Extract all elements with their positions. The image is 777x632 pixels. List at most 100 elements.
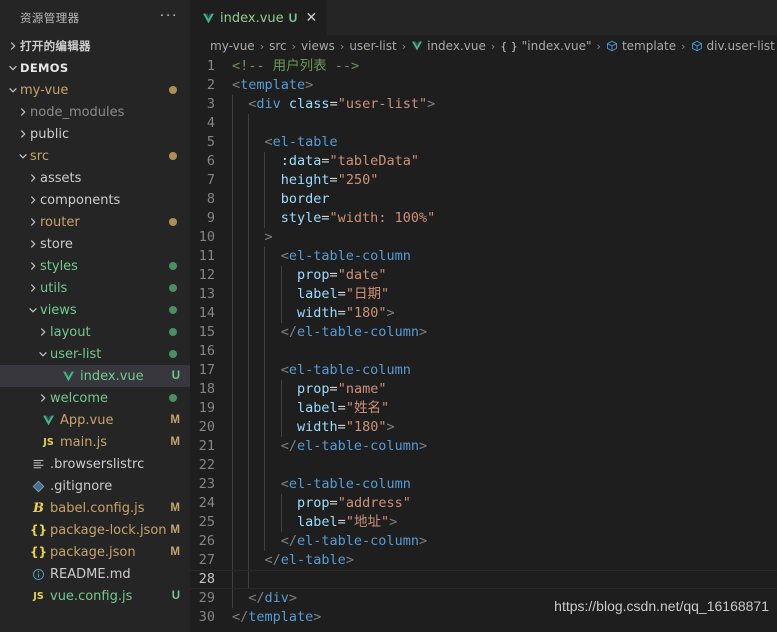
line-number: 21	[198, 438, 215, 454]
tree-item-.gitignore[interactable]: .gitignore	[0, 475, 190, 497]
tree-item-layout[interactable]: layout	[0, 321, 190, 343]
tree-item-vue.config.js[interactable]: JS vue.config.js U	[0, 585, 190, 607]
indent-guide	[232, 228, 233, 247]
tree-item-main.js[interactable]: JS main.js M	[0, 431, 190, 453]
code-text: </template>	[232, 609, 322, 625]
tree-item-readme.md[interactable]: README.md	[0, 563, 190, 585]
breadcrumb-item-views[interactable]: views	[301, 39, 335, 53]
line-number: 24	[198, 495, 215, 511]
breadcrumb-item-template[interactable]: template	[606, 39, 676, 53]
indent-guide	[232, 342, 233, 361]
chevron-right-icon	[6, 41, 20, 51]
indent-guide	[248, 247, 250, 266]
tree-item-status-badge: M	[170, 546, 180, 558]
tree-item-label: babel.config.js	[50, 500, 145, 516]
tree-item-label: package.json	[50, 544, 136, 560]
tree-item-views[interactable]: views	[0, 299, 190, 321]
line-number: 16	[198, 343, 215, 359]
chevron-down-icon	[26, 305, 40, 315]
indent-guide	[248, 571, 250, 588]
chevron-right-icon	[36, 393, 50, 403]
tab-index-vue[interactable]: index.vue U ✕	[190, 0, 329, 35]
tree-item-app.vue[interactable]: App.vue M	[0, 409, 190, 431]
indent-guide	[264, 418, 266, 437]
code-editor[interactable]: 1 <!-- 用户列表 --> 2 <template> 3 <div class="u…	[190, 57, 777, 632]
code-text: <el-table-column	[232, 362, 411, 378]
tabbar-empty-space	[328, 0, 777, 35]
line-number: 9	[206, 210, 215, 226]
scrollbar-vertical[interactable]	[763, 57, 777, 632]
tree-item-my-vue[interactable]: my-vue	[0, 79, 190, 101]
tree-item-router[interactable]: router	[0, 211, 190, 233]
chevron-right-icon	[26, 195, 40, 205]
tree-item-babel.config.js[interactable]: Bbabel.config.js M	[0, 497, 190, 519]
tree-item-user-list[interactable]: user-list	[0, 343, 190, 365]
indent-guide	[264, 342, 266, 361]
breadcrumb-item-index.vue[interactable]: { } "index.vue"	[500, 39, 591, 53]
tree-item-assets[interactable]: assets	[0, 167, 190, 189]
indent-guide	[264, 513, 266, 532]
section-demos[interactable]: DEMOS	[0, 57, 190, 79]
indent-guide	[248, 456, 250, 475]
breadcrumb-item-index.vue[interactable]: index.vue	[411, 39, 486, 53]
explorer-title: 资源管理器	[20, 10, 80, 25]
tree-item-public[interactable]: public	[0, 123, 190, 145]
vue-file-icon	[40, 414, 57, 427]
tree-item-label: public	[30, 126, 70, 142]
tree-item-utils[interactable]: utils	[0, 277, 190, 299]
tree-item-styles[interactable]: styles	[0, 255, 190, 277]
code-lines: 1 <!-- 用户列表 --> 2 <template> 3 <div class="u…	[190, 57, 777, 627]
close-icon[interactable]: ✕	[303, 10, 319, 26]
json-file-icon: {}	[29, 545, 48, 559]
tree-item-label: styles	[40, 258, 78, 274]
code-text: </el-table-column>	[280, 324, 428, 340]
tree-item-index.vue[interactable]: index.vue U	[0, 365, 190, 387]
tree-item-welcome[interactable]: welcome	[0, 387, 190, 409]
code-text: label="地址">	[232, 514, 398, 530]
breadcrumb-item-my-vue[interactable]: my-vue	[210, 39, 255, 53]
indent-guide	[264, 380, 266, 399]
line-number: 3	[206, 96, 215, 112]
tree-item-status-badge: M	[170, 414, 180, 426]
line-number: 14	[198, 305, 215, 321]
editor-tabbar: index.vue U ✕	[190, 0, 777, 35]
indent-guide	[264, 475, 266, 494]
indent-guide	[264, 247, 266, 266]
breadcrumb-item-div.user-list[interactable]: div.user-list	[691, 39, 775, 53]
js-file-icon: JS	[33, 590, 44, 602]
breadcrumb-separator-icon: ›	[339, 39, 345, 53]
line-number: 4	[206, 115, 215, 131]
more-actions-icon[interactable]: ···	[153, 7, 184, 26]
indent-guide	[280, 513, 282, 532]
tree-item-package-lock.json[interactable]: {} package-lock.json M	[0, 519, 190, 541]
vue-file-icon	[200, 12, 217, 25]
breadcrumb-item-src[interactable]: src	[269, 39, 287, 53]
section-open-editors[interactable]: 打开的编辑器	[0, 35, 190, 57]
breadcrumb-item-label: div.user-list	[706, 39, 775, 53]
tree-item-package.json[interactable]: {} package.json M	[0, 541, 190, 563]
line-number: 20	[198, 419, 215, 435]
indent-guide	[232, 437, 233, 456]
breadcrumb-item-user-list[interactable]: user-list	[349, 39, 396, 53]
indent-guide	[232, 494, 233, 513]
code-line: 25 label="地址">	[190, 513, 777, 532]
tree-item-node-modules[interactable]: node_modules	[0, 101, 190, 123]
tree-item-status-dot	[169, 262, 177, 270]
indent-guide	[264, 171, 266, 190]
indent-guide	[232, 95, 233, 114]
tree-item-store[interactable]: store	[0, 233, 190, 255]
tree-item-.browserslistrc[interactable]: .browserslistrc	[0, 453, 190, 475]
tree-item-status-dot	[169, 86, 177, 94]
chevron-right-icon	[16, 107, 30, 117]
tree-item-label: components	[40, 192, 121, 208]
code-line: 24 prop="address"	[190, 494, 777, 513]
indent-guide	[232, 247, 233, 266]
tree-item-label: package-lock.json	[50, 522, 167, 538]
tree-item-src[interactable]: src	[0, 145, 190, 167]
line-number: 29	[198, 590, 215, 606]
tree-item-components[interactable]: components	[0, 189, 190, 211]
indent-guide	[248, 190, 250, 209]
readme-file-icon	[30, 568, 47, 581]
breadcrumb: my-vue › src › views › user-list › index.vue › { }…	[190, 35, 777, 57]
indent-guide	[264, 456, 266, 475]
